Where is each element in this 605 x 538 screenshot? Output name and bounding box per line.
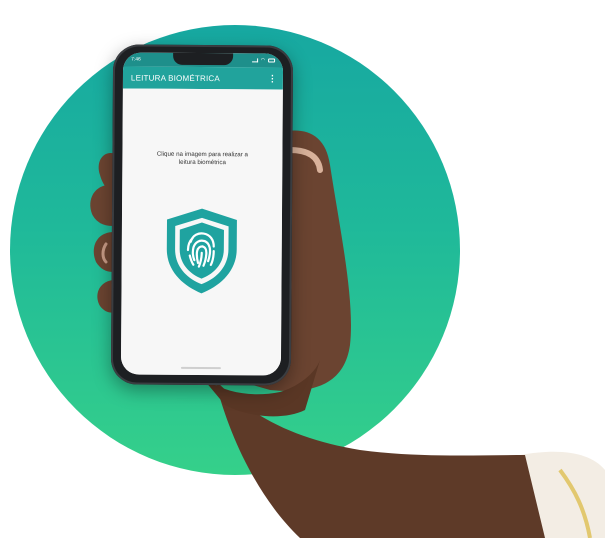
app-bar: LEITURA BIOMÉTRICA ⋮ (122, 66, 284, 90)
instruction-line-1: Clique na imagem para realizar a (156, 150, 249, 159)
hero-illustration: 7:46 ◠ LEITURA BIOMÉTRICA ⋮ Clique na im… (0, 0, 605, 538)
home-indicator (180, 366, 221, 370)
app-title: LEITURA BIOMÉTRICA (130, 73, 220, 83)
shield-fingerprint-icon[interactable] (155, 205, 248, 298)
phone-notch (173, 52, 234, 66)
phone-screen: 7:46 ◠ LEITURA BIOMÉTRICA ⋮ Clique na im… (120, 52, 284, 376)
hand-illustration (90, 130, 605, 538)
wifi-icon: ◠ (260, 57, 266, 64)
more-vert-icon[interactable]: ⋮ (268, 73, 277, 83)
instruction-line-2: leitura biométrica (178, 158, 226, 166)
instruction-text: Clique na imagem para realizar a leitura… (142, 151, 262, 167)
signal-icon (251, 58, 258, 63)
status-time: 7:46 (131, 56, 141, 63)
status-icons: ◠ (251, 57, 276, 64)
content-area: Clique na imagem para realizar a leitura… (120, 88, 283, 376)
smartphone: 7:46 ◠ LEITURA BIOMÉTRICA ⋮ Clique na im… (110, 44, 294, 386)
battery-icon (268, 58, 276, 63)
